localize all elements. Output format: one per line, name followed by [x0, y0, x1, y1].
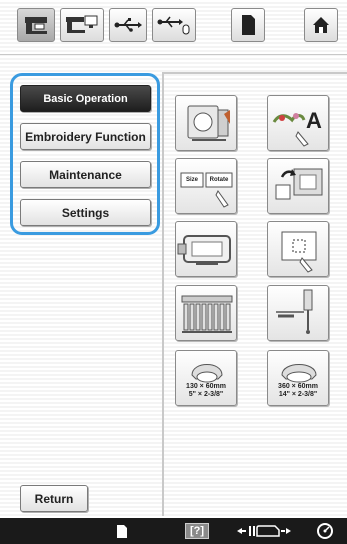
- bottom-status-bar: [?]: [0, 518, 347, 544]
- size-rotate-tile[interactable]: Size Rotate: [175, 158, 237, 214]
- frame-small-tile[interactable]: 130 × 60mm 5" × 2-3/8": [175, 350, 237, 406]
- basic-operation-button[interactable]: Basic Operation: [20, 85, 151, 112]
- screen: Basic Operation Embroidery Function Main…: [0, 0, 347, 544]
- home-icon: [313, 17, 329, 33]
- frame-small-size-in: 5" × 2-3/8": [188, 391, 224, 398]
- size-rotate-icon: [180, 172, 233, 208]
- usb-mouse-tab-button[interactable]: [152, 8, 196, 42]
- embroidery-function-button[interactable]: Embroidery Function: [20, 123, 151, 150]
- sewing-speed-icon: [317, 523, 333, 539]
- hoop-attach-tile[interactable]: [175, 221, 237, 277]
- maintenance-button[interactable]: Maintenance: [20, 161, 151, 188]
- usb-icon: [114, 18, 142, 32]
- home-button[interactable]: [304, 8, 338, 42]
- thread-spools-icon: [181, 295, 233, 333]
- machine-icon: [25, 17, 47, 34]
- embroidery-machine-icon: [187, 105, 230, 141]
- size-label: Size: [185, 177, 198, 183]
- trial-area-tile[interactable]: [267, 221, 329, 277]
- speed-button[interactable]: [312, 518, 338, 544]
- frame-large-tile[interactable]: 360 × 60mm 14" × 2-3/8": [267, 350, 329, 406]
- embroidery-unit-tile[interactable]: [175, 95, 237, 151]
- memory-card-tab-button[interactable]: [231, 8, 265, 42]
- machine-pc-tab-button[interactable]: [60, 8, 104, 42]
- usb-mouse-icon: [157, 16, 190, 35]
- machine-tab-button[interactable]: [17, 8, 55, 42]
- hoop-rotate-tile[interactable]: [267, 158, 329, 214]
- presser-foot-icon: [237, 525, 291, 537]
- presser-foot-button[interactable]: [234, 518, 294, 544]
- text-letter: A: [306, 108, 322, 133]
- needle-threader-icon: [276, 289, 313, 334]
- return-button[interactable]: Return: [20, 485, 88, 512]
- needle-threading-tile[interactable]: [267, 285, 329, 341]
- memory-card-icon: [242, 15, 255, 35]
- document-button[interactable]: [110, 518, 134, 544]
- trial-area-icon: [281, 231, 317, 273]
- frame-large-size-mm: 360 × 60mm: [278, 383, 318, 390]
- document-icon: [117, 524, 127, 538]
- frame-small-size-mm: 130 × 60mm: [186, 383, 226, 390]
- help-button[interactable]: [?]: [180, 518, 214, 544]
- vertical-divider: [162, 72, 164, 516]
- hoop-rotate-icon: [275, 168, 323, 200]
- help-icon: [?]: [184, 523, 210, 539]
- embroidery-hoop-icon: [177, 235, 231, 265]
- frame-large-size-in: 14" × 2-3/8": [278, 391, 318, 398]
- rotate-label: Rotate: [209, 177, 229, 183]
- usb-tab-button[interactable]: [109, 8, 147, 42]
- character-edit-icon: A: [272, 108, 322, 147]
- character-edit-tile[interactable]: A: [267, 95, 329, 151]
- horizontal-divider: [162, 72, 347, 74]
- top-divider: [0, 54, 347, 55]
- machine-pc-icon: [66, 15, 98, 33]
- thread-spools-tile[interactable]: [175, 285, 237, 341]
- settings-button[interactable]: Settings: [20, 199, 151, 226]
